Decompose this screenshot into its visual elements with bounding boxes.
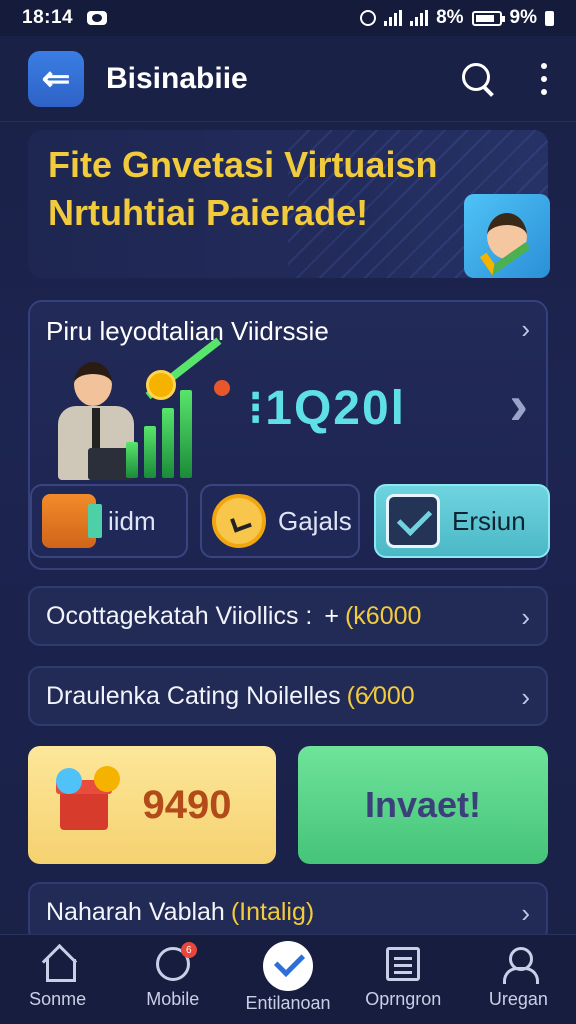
list-item[interactable]: Naharah Vablah (Intalig) › <box>28 882 548 942</box>
nav-label: Uregan <box>488 989 548 1009</box>
back-button[interactable]: ⇐ <box>28 50 84 107</box>
check-circle-icon <box>263 941 313 991</box>
chevron-right-icon: › <box>521 898 530 928</box>
page-title: Bisinabiie <box>106 61 248 95</box>
growth-chart-illustration <box>120 337 230 478</box>
chip-gift-label: iidm <box>108 505 156 536</box>
notification-badge: 6 <box>180 942 197 958</box>
nav-label: Mobile <box>146 989 200 1009</box>
chevron-right-icon: › <box>521 602 530 632</box>
nav-item-mobile[interactable]: 6 Mobile <box>115 935 230 1024</box>
user-icon <box>501 947 540 984</box>
hero-headline-1: Fite Gnvetasi Virtuaisn <box>48 144 438 185</box>
nav-item-center[interactable]: Entilanoan <box>230 935 345 1024</box>
list-item-label: Ocottagekatah Viiollics : <box>46 601 313 630</box>
nav-item-home[interactable]: Sonme <box>0 935 115 1024</box>
invite-label: Invaet! <box>364 784 482 825</box>
gift-box-icon <box>42 494 102 548</box>
more-vertical-icon[interactable] <box>540 62 548 95</box>
list-item[interactable]: Ocottagekatah Viiollics : + (k6000 › <box>28 586 548 646</box>
chip-version-label: Ersiun <box>452 505 526 536</box>
nav-item-list[interactable]: Oprngron <box>346 935 461 1024</box>
battery-percent: 8% <box>436 7 464 28</box>
alarm-icon <box>360 10 377 26</box>
signal-icon <box>384 10 403 26</box>
chevron-right-icon: › <box>521 682 530 712</box>
list-icon <box>386 947 421 981</box>
battery-percent-2: 9% <box>509 7 537 28</box>
performance-title: Piru leyodtalian Viidrssie <box>46 316 329 346</box>
gift-box-icon <box>56 780 112 830</box>
chip-goals-label: Gajals <box>278 505 352 536</box>
status-time: 18:14 <box>22 7 74 28</box>
list-item-value: (Intalig) <box>230 897 315 926</box>
arrow-left-icon: ⇐ <box>41 59 71 98</box>
reward-button[interactable]: 9490 <box>28 746 276 864</box>
status-right: 8% 9% <box>360 7 554 29</box>
battery-icon <box>471 10 505 26</box>
nav-label: Sonme <box>29 989 87 1009</box>
list-item-value: (6⁄000 <box>346 681 415 710</box>
reward-value: 9490 <box>142 782 232 827</box>
chip-gift[interactable]: iidm <box>30 484 188 558</box>
list-item-label: Naharah Vablah <box>46 897 225 926</box>
performance-card[interactable]: Piru leyodtalian Viidrssie › ⁝1Q20l › ii… <box>28 300 550 570</box>
hero-avatar-badge[interactable] <box>464 194 550 278</box>
nav-label: Entilanoan <box>245 993 331 1013</box>
notification-icon <box>87 11 108 25</box>
nav-label: Oprngron <box>365 989 442 1009</box>
list-item-prefix: + <box>324 601 339 630</box>
app-header: ⇐ Bisinabiie <box>0 36 576 122</box>
status-bar: 18:14 8% 9% <box>0 0 576 36</box>
checkmark-icon <box>386 494 440 548</box>
battery-small-icon <box>545 10 554 26</box>
mobile-icon: 6 <box>155 942 197 981</box>
nav-item-user[interactable]: Uregan <box>461 935 576 1024</box>
list-item[interactable]: Draulenka Cating Noilelles (6⁄000 › <box>28 666 548 726</box>
home-icon <box>41 947 76 982</box>
hero-headline-2: Nrtuhtiai Paierade! <box>48 192 369 233</box>
clock-icon <box>212 494 266 548</box>
chevron-right-large-icon[interactable]: › <box>509 372 528 437</box>
signal-icon-2 <box>410 10 429 26</box>
search-icon[interactable] <box>460 61 496 97</box>
list-item-label: Draulenka Cating Noilelles <box>46 681 341 710</box>
bottom-nav: Sonme 6 Mobile Entilanoan Oprngron Urega… <box>0 934 576 1024</box>
invite-button[interactable]: Invaet! <box>298 746 548 864</box>
chevron-right-icon: › <box>521 314 530 344</box>
list-item-value: (k6000 <box>344 601 422 630</box>
chip-version[interactable]: Ersiun <box>374 484 550 558</box>
performance-value: ⁝1Q20l <box>248 382 407 435</box>
chip-goals[interactable]: Gajals <box>200 484 360 558</box>
coin-icon <box>56 768 82 794</box>
coin-icon <box>94 766 120 792</box>
